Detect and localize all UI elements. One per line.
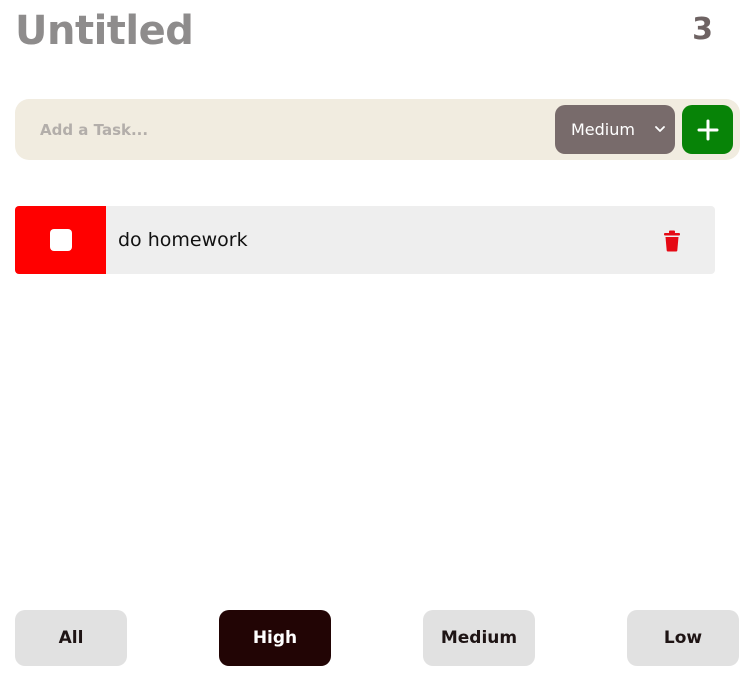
chevron-down-icon bbox=[655, 126, 665, 132]
priority-select-value: Medium bbox=[571, 120, 635, 139]
trash-icon[interactable] bbox=[663, 230, 681, 252]
filter-all-button[interactable]: All bbox=[15, 610, 127, 666]
add-task-button[interactable] bbox=[682, 105, 733, 154]
task-text: do homework bbox=[118, 229, 248, 251]
filter-high-button[interactable]: High bbox=[219, 610, 331, 666]
task-checkbox[interactable] bbox=[49, 229, 72, 251]
task-item: do homework bbox=[15, 206, 715, 274]
add-task-input[interactable] bbox=[15, 99, 545, 160]
task-priority-marker bbox=[15, 206, 106, 274]
plus-icon bbox=[697, 119, 718, 140]
todo-app: Untitled 3 Medium do homework All High M… bbox=[0, 0, 745, 675]
priority-select[interactable]: Medium bbox=[555, 105, 675, 154]
list-title[interactable]: Untitled bbox=[15, 8, 194, 54]
task-count: 3 bbox=[692, 12, 713, 47]
filter-medium-button[interactable]: Medium bbox=[423, 610, 535, 666]
filter-low-button[interactable]: Low bbox=[627, 610, 739, 666]
add-task-bar: Medium bbox=[15, 99, 740, 160]
